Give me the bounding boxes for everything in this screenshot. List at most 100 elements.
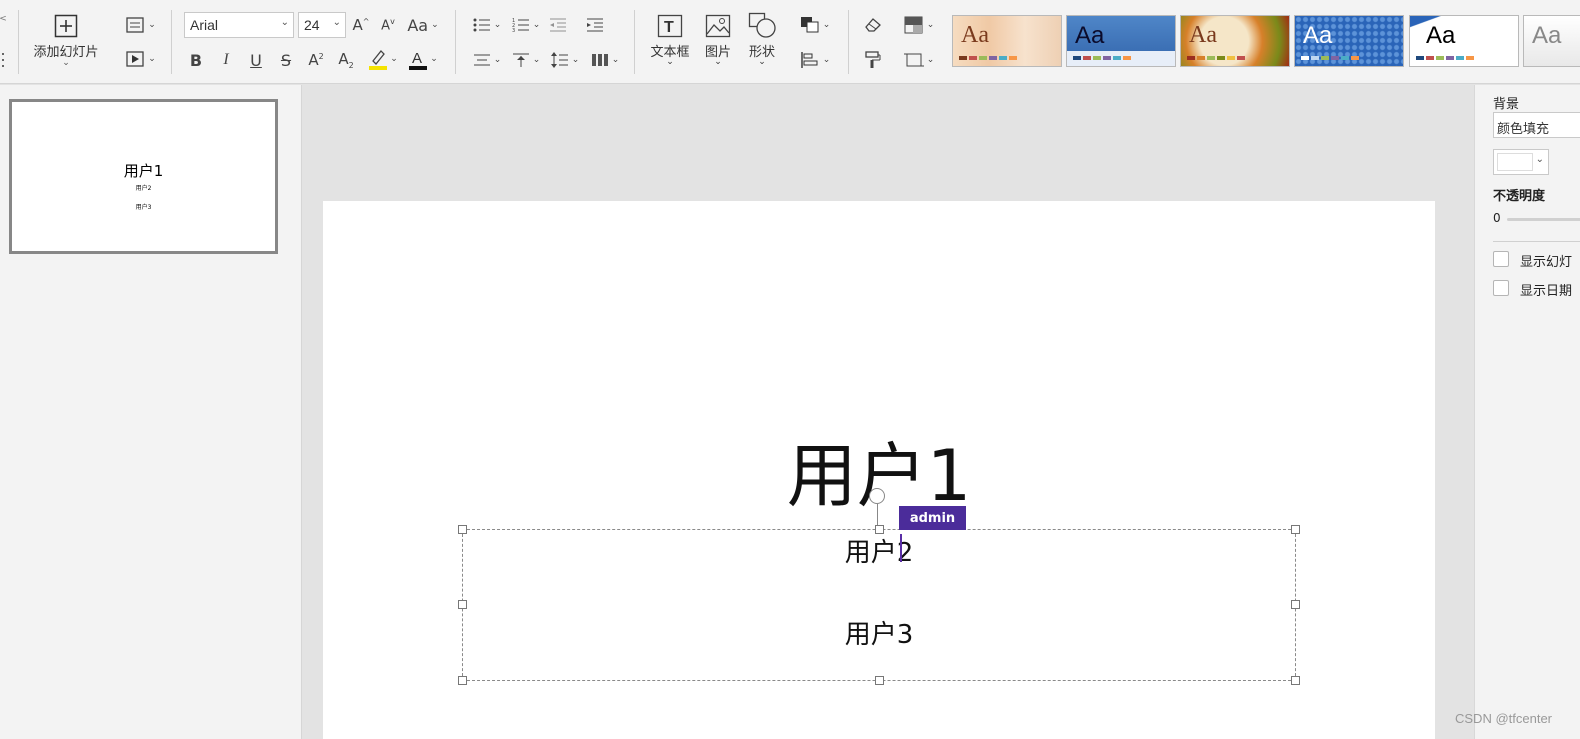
theme-5-label: Aa	[1426, 22, 1456, 49]
fill-type-select[interactable]: 颜色填充	[1493, 112, 1580, 138]
theme-1-label: Aa	[961, 22, 989, 48]
textbox-line3[interactable]: 用户3	[463, 614, 1295, 651]
fill-color-picker[interactable]: ⌄	[1493, 149, 1549, 175]
font-family-value: Arial	[190, 17, 219, 33]
line-spacing-button[interactable]: ⌄	[547, 49, 583, 71]
resize-handle-e[interactable]	[1291, 600, 1300, 609]
bullet-list-icon	[473, 18, 490, 32]
scroll-left-icon[interactable]: <	[0, 14, 7, 24]
chevron-down-icon: ⌄	[758, 57, 766, 67]
strikethrough-button[interactable]: S	[276, 49, 296, 71]
theme-4-swatches	[1301, 56, 1359, 60]
underline-icon: U	[250, 50, 262, 70]
slide-title[interactable]: 用户1	[323, 436, 1435, 516]
ribbon-toolbar: < 添加幻灯片 ⌄ ⌄ ⌄ Arial ⌄ 24 ⌄ A^ Av Aa ⌄ B …	[0, 0, 1580, 84]
slideshow-button[interactable]: ⌄	[122, 49, 160, 69]
vertical-align-button[interactable]: ⌄	[508, 49, 544, 71]
columns-button[interactable]: ⌄	[587, 49, 623, 71]
decrease-font-button[interactable]: Av	[378, 14, 398, 36]
highlighter-icon	[369, 50, 388, 70]
increase-font-button[interactable]: A^	[351, 14, 371, 36]
add-slide-button[interactable]: 添加幻灯片 ⌄	[28, 14, 104, 68]
collab-cursor	[900, 534, 902, 562]
format-painter-button[interactable]	[862, 49, 884, 71]
slide-thumbnail-1[interactable]: 用户1 用户2 用户3	[9, 99, 278, 254]
arrange-button[interactable]: ⌄	[796, 14, 834, 36]
theme-5-swatches	[1416, 56, 1474, 60]
add-slide-caret-icon: ⌄	[62, 58, 70, 68]
fill-type-value: 颜色填充	[1497, 122, 1550, 137]
textbox-icon: T	[657, 14, 683, 38]
theme-2[interactable]: Aa	[1066, 15, 1176, 67]
subscript-button[interactable]: A2	[336, 49, 356, 71]
outdent-icon	[550, 18, 566, 32]
resize-handle-sw[interactable]	[458, 676, 467, 685]
theme-6-label: Aa	[1532, 22, 1562, 49]
resize-handle-ne[interactable]	[1291, 525, 1300, 534]
underline-button[interactable]: U	[246, 49, 266, 71]
bold-button[interactable]: B	[186, 49, 206, 71]
fill-style-button[interactable]: ⌄	[900, 14, 938, 36]
font-family-select[interactable]: Arial ⌄	[184, 12, 294, 38]
resize-handle-nw[interactable]	[458, 525, 467, 534]
resize-handle-n[interactable]	[875, 525, 884, 534]
clear-format-button[interactable]	[862, 14, 884, 36]
properties-panel: 背景 颜色填充 ⌄ 不透明度 0 显示幻灯 显示日期	[1474, 85, 1580, 739]
numbered-list-button[interactable]: 123 ⌄	[508, 14, 544, 36]
theme-6[interactable]: Aa	[1523, 15, 1580, 67]
theme-2-label: Aa	[1075, 22, 1105, 49]
size-button[interactable]: ⌄	[900, 49, 938, 71]
slide-canvas[interactable]: 用户1 用户2 用户3 admin	[323, 201, 1435, 739]
bullet-list-button[interactable]: ⌄	[470, 14, 504, 36]
shape-button[interactable]: 形状 ⌄	[744, 12, 780, 67]
increase-indent-button[interactable]	[585, 14, 605, 36]
theme-3-label: Aa	[1189, 22, 1217, 48]
decrease-indent-button[interactable]	[548, 14, 568, 36]
fill-style-icon	[904, 16, 923, 34]
divider	[1493, 241, 1580, 242]
subscript-icon: A2	[338, 50, 354, 70]
thumbnail-line3: 用户3	[135, 204, 152, 211]
italic-button[interactable]: I	[216, 49, 236, 71]
numbered-list-icon: 123	[512, 18, 529, 33]
align-objects-button[interactable]: ⌄	[796, 49, 834, 71]
superscript-icon: A2	[308, 51, 324, 69]
panel-edge-icon	[0, 50, 6, 70]
theme-3[interactable]: Aa	[1180, 15, 1290, 67]
thumbnail-line2: 用户2	[135, 185, 152, 192]
opacity-slider[interactable]	[1507, 218, 1580, 221]
chevron-down-icon: ⌄	[666, 57, 674, 67]
theme-5[interactable]: Aa	[1409, 15, 1519, 67]
theme-1[interactable]: Aa	[952, 15, 1062, 67]
opacity-label: 不透明度	[1493, 189, 1546, 204]
superscript-button[interactable]: A2	[306, 49, 326, 71]
textbox-button[interactable]: T 文本框 ⌄	[648, 14, 692, 67]
layout-icon	[126, 17, 144, 33]
picture-button[interactable]: 图片 ⌄	[700, 14, 736, 67]
font-color-button[interactable]: A ⌄	[405, 47, 441, 71]
font-size-select[interactable]: 24 ⌄	[298, 12, 346, 38]
align-button[interactable]: ⌄	[470, 49, 504, 71]
selected-textbox[interactable]: 用户2 用户3	[458, 525, 1300, 685]
highlight-color-button[interactable]: ⌄	[365, 47, 401, 71]
chevron-down-icon: ⌄	[1535, 154, 1544, 165]
change-case-button[interactable]: Aa ⌄	[405, 14, 441, 36]
watermark: CSDN @tfcenter	[1455, 711, 1552, 726]
play-icon	[126, 51, 144, 67]
resize-handle-se[interactable]	[1291, 676, 1300, 685]
svg-text:T: T	[664, 19, 674, 36]
rotate-handle-icon[interactable]	[869, 488, 885, 504]
layout-button[interactable]: ⌄	[122, 15, 160, 35]
resize-handle-s[interactable]	[875, 676, 884, 685]
fill-color-swatch	[1497, 153, 1533, 171]
show-date-checkbox[interactable]	[1493, 280, 1509, 296]
show-slide-number-checkbox[interactable]	[1493, 251, 1509, 267]
picture-icon	[705, 14, 731, 38]
line-spacing-icon	[550, 52, 568, 68]
textbox-line2[interactable]: 用户2	[463, 532, 1295, 569]
font-color-icon: A	[409, 50, 428, 70]
theme-2-swatches	[1073, 56, 1131, 60]
resize-handle-w[interactable]	[458, 600, 467, 609]
theme-4[interactable]: Aa	[1294, 15, 1404, 67]
strikethrough-icon: S	[280, 50, 292, 70]
